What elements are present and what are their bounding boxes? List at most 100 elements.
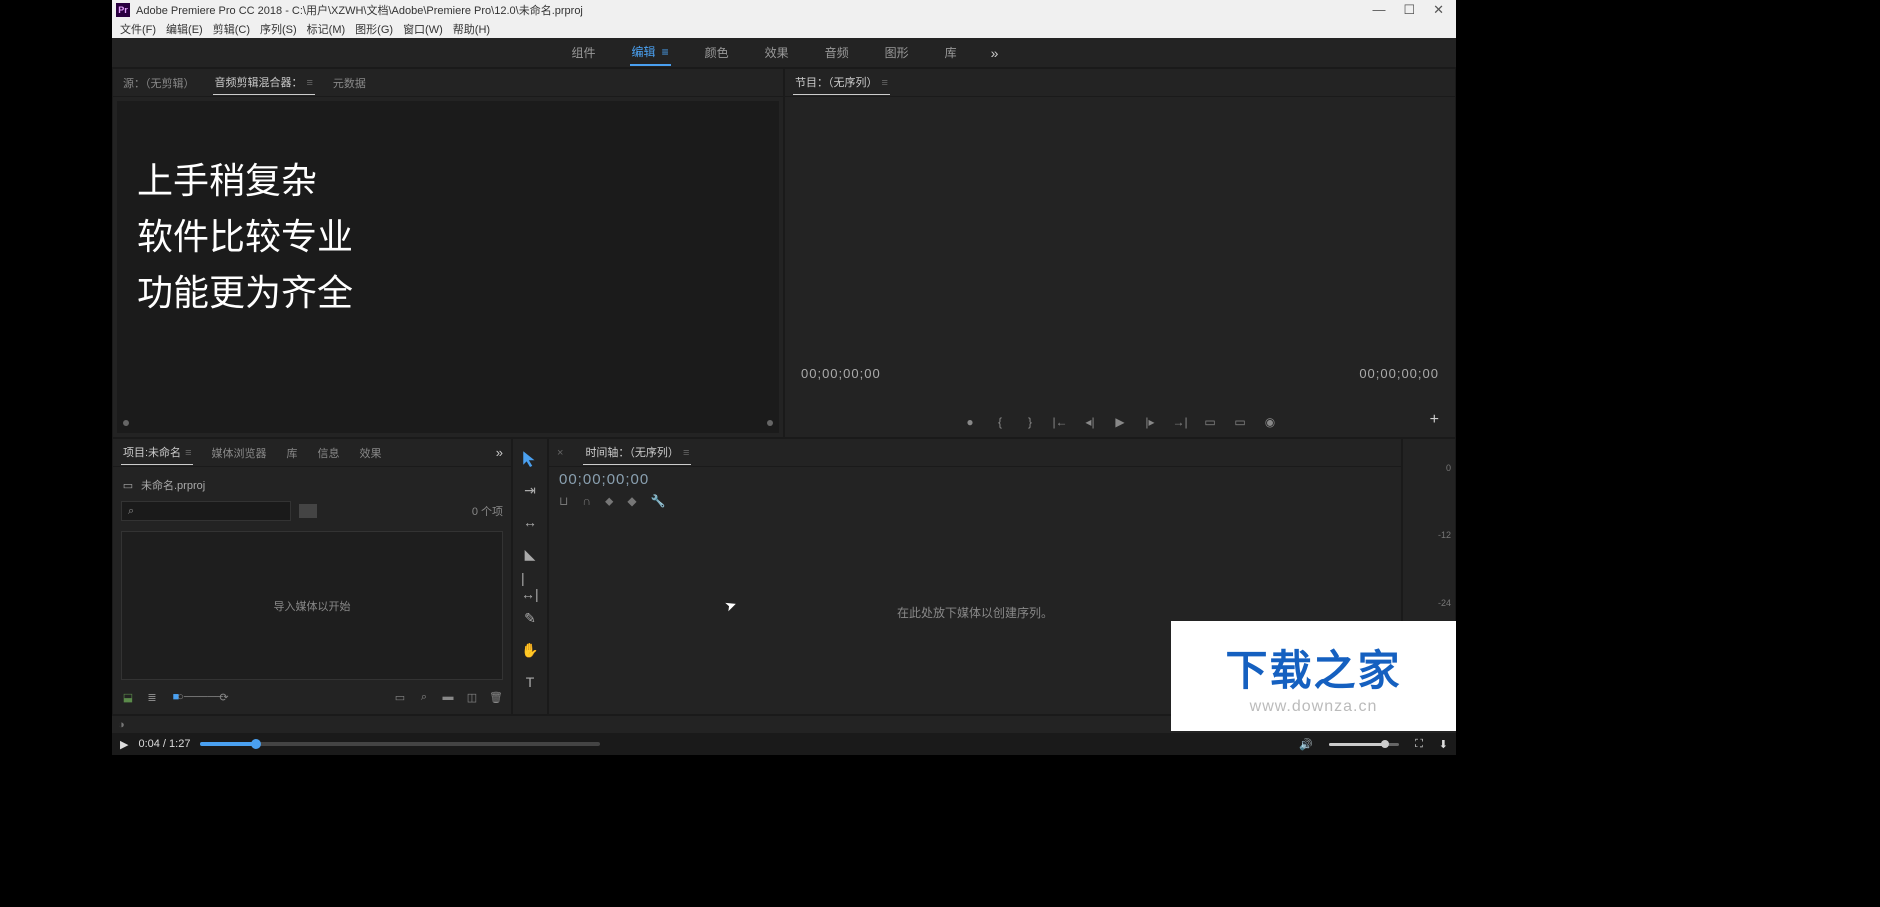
menu-graphic[interactable]: 图形(G): [351, 21, 397, 37]
workspace-more[interactable]: »: [991, 45, 999, 61]
menu-window[interactable]: 窗口(W): [399, 21, 447, 37]
video-progress-track[interactable]: [200, 742, 600, 746]
hamburger-icon[interactable]: ≡: [185, 447, 191, 459]
mark-out-icon[interactable]: }: [1022, 415, 1038, 429]
source-tab-audiomixer[interactable]: 音频剪辑混合器：≡: [213, 70, 315, 95]
wrench-icon[interactable]: 🔧: [651, 494, 666, 509]
track-select-tool-icon[interactable]: ⇥: [521, 481, 539, 499]
scroll-left-icon[interactable]: [123, 420, 129, 426]
project-filename: 未命名.prproj: [141, 477, 205, 493]
library-tab[interactable]: 库: [284, 441, 299, 465]
add-button-icon[interactable]: +: [1430, 411, 1439, 429]
minimize-button[interactable]: —: [1372, 2, 1385, 18]
workspace-color[interactable]: 颜色: [703, 40, 731, 65]
video-player-bar: ▶ 0:04 / 1:27 🔊 ⛶ ⬇: [112, 733, 1456, 755]
menu-edit[interactable]: 编辑(E): [162, 21, 207, 37]
pen-tool-icon[interactable]: ✎: [521, 609, 539, 627]
close-tab-icon[interactable]: ×: [557, 447, 563, 459]
extract-icon[interactable]: ▭: [1232, 415, 1248, 429]
go-to-in-icon[interactable]: |←: [1052, 415, 1068, 429]
hamburger-icon[interactable]: ≡: [683, 447, 689, 459]
program-tab[interactable]: 节目：（无序列）≡: [793, 70, 890, 95]
video-progress-thumb[interactable]: [251, 739, 261, 749]
link-icon[interactable]: ∩: [582, 494, 591, 509]
close-button[interactable]: ✕: [1433, 2, 1444, 18]
export-frame-icon[interactable]: ◉: [1262, 415, 1278, 429]
source-tab-metadata[interactable]: 元数据: [331, 71, 368, 95]
project-search-input[interactable]: ⌕: [121, 501, 291, 521]
project-tab[interactable]: 项目:未命名≡: [121, 440, 193, 465]
workspace-effects[interactable]: 效果: [763, 40, 791, 65]
razor-tool-icon[interactable]: ◣: [521, 545, 539, 563]
timeline-tab[interactable]: 时间轴：（无序列）≡: [583, 440, 691, 465]
info-tab[interactable]: 信息: [315, 441, 341, 465]
volume-thumb[interactable]: [1381, 740, 1389, 748]
volume-track[interactable]: [1329, 743, 1399, 746]
program-transport: ● { } |← ◂| ▶ |▸ →| ▭ ▭ ◉: [785, 415, 1455, 429]
project-tabs-more[interactable]: »: [496, 445, 503, 460]
workspace-audio[interactable]: 音频: [823, 40, 851, 65]
ripple-edit-tool-icon[interactable]: ↔: [521, 513, 539, 531]
workspace-editing[interactable]: 编辑≡: [630, 39, 671, 66]
slip-tool-icon[interactable]: |↔|: [521, 577, 539, 595]
project-panel: 项目:未命名≡ 媒体浏览器 库 信息 效果 » ▭ 未命名.prproj: [112, 438, 512, 715]
menu-marker[interactable]: 标记(M): [303, 21, 350, 37]
lift-icon[interactable]: ▭: [1202, 415, 1218, 429]
menu-clip[interactable]: 剪辑(C): [209, 21, 254, 37]
workspace-assembly[interactable]: 组件: [570, 40, 598, 65]
hamburger-icon[interactable]: ≡: [882, 77, 888, 89]
marker-icon[interactable]: ●: [962, 415, 978, 429]
fullscreen-icon[interactable]: ⛶: [1415, 738, 1423, 751]
tools-panel: ⇥ ↔ ◣ |↔| ✎ ✋ T: [512, 438, 548, 715]
program-monitor[interactable]: 00;00;00;00 00;00;00;00 ● { } |← ◂| ▶ |▸…: [785, 97, 1455, 437]
go-to-out-icon[interactable]: →|: [1172, 415, 1188, 429]
volume-icon[interactable]: 🔊: [1299, 738, 1313, 751]
search-icon: ⌕: [128, 505, 134, 518]
play-icon[interactable]: ▶: [1112, 415, 1128, 429]
refresh-icon[interactable]: ⟳: [217, 690, 231, 704]
source-tab-noclip[interactable]: 源：（无剪辑）: [121, 71, 197, 95]
timeline-drop-hint: 在此处放下媒体以创建序列。: [897, 604, 1053, 621]
project-drop-area[interactable]: 导入媒体以开始: [121, 531, 503, 680]
project-drop-hint: 导入媒体以开始: [274, 598, 351, 614]
snap-icon[interactable]: ⊔: [559, 494, 568, 509]
overlay-line-3: 功能更为齐全: [137, 265, 353, 321]
trash-icon[interactable]: 🗑: [489, 690, 503, 704]
source-monitor[interactable]: 上手稍复杂 软件比较专业 功能更为齐全: [117, 101, 779, 433]
lock-icon[interactable]: ⬓: [121, 690, 135, 704]
download-icon[interactable]: ⬇: [1439, 738, 1448, 751]
hand-tool-icon[interactable]: ✋: [521, 641, 539, 659]
menu-file[interactable]: 文件(F): [116, 21, 160, 37]
project-footer: ⬓ ≣ ■ ○───── ⟳ ▭ ⌕ ▬ ◫ 🗑: [121, 686, 503, 708]
effects-tab[interactable]: 效果: [357, 441, 383, 465]
workspace-library[interactable]: 库: [943, 40, 959, 65]
volume-fill: [1329, 743, 1385, 746]
cursor-icon: ➤: [722, 596, 739, 616]
automate-icon[interactable]: ▭: [393, 690, 407, 704]
type-tool-icon[interactable]: T: [521, 673, 539, 691]
workspace-graphics[interactable]: 图形: [883, 40, 911, 65]
source-scrollbar[interactable]: [123, 419, 773, 427]
hamburger-icon[interactable]: ≡: [307, 77, 313, 89]
media-browser-tab[interactable]: 媒体浏览器: [209, 441, 268, 465]
menu-help[interactable]: 帮助(H): [449, 21, 494, 37]
marker-add-icon[interactable]: ⬥: [605, 494, 613, 509]
timeline-settings-icon[interactable]: ◆: [627, 494, 636, 509]
video-play-button[interactable]: ▶: [120, 738, 128, 751]
zoom-slider-icon[interactable]: ○─────: [193, 690, 207, 704]
menu-sequence[interactable]: 序列(S): [256, 21, 301, 37]
step-forward-icon[interactable]: |▸: [1142, 415, 1158, 429]
find-icon[interactable]: ⌕: [417, 690, 431, 704]
new-item-icon[interactable]: ◫: [465, 690, 479, 704]
step-back-icon[interactable]: ◂|: [1082, 415, 1098, 429]
maximize-button[interactable]: ☐: [1403, 2, 1415, 18]
mark-in-icon[interactable]: {: [992, 415, 1008, 429]
new-bin-icon[interactable]: ▬: [441, 690, 455, 704]
filter-chip-icon[interactable]: [299, 504, 317, 518]
hamburger-icon[interactable]: ≡: [662, 45, 669, 59]
timeline-timecode[interactable]: 00;00;00;00: [549, 467, 1401, 492]
program-panel: 节目：（无序列）≡ 00;00;00;00 00;00;00;00 ● { } …: [784, 68, 1456, 438]
scroll-right-icon[interactable]: [767, 420, 773, 426]
list-view-icon[interactable]: ≣: [145, 690, 159, 704]
selection-tool-icon[interactable]: [521, 449, 539, 467]
